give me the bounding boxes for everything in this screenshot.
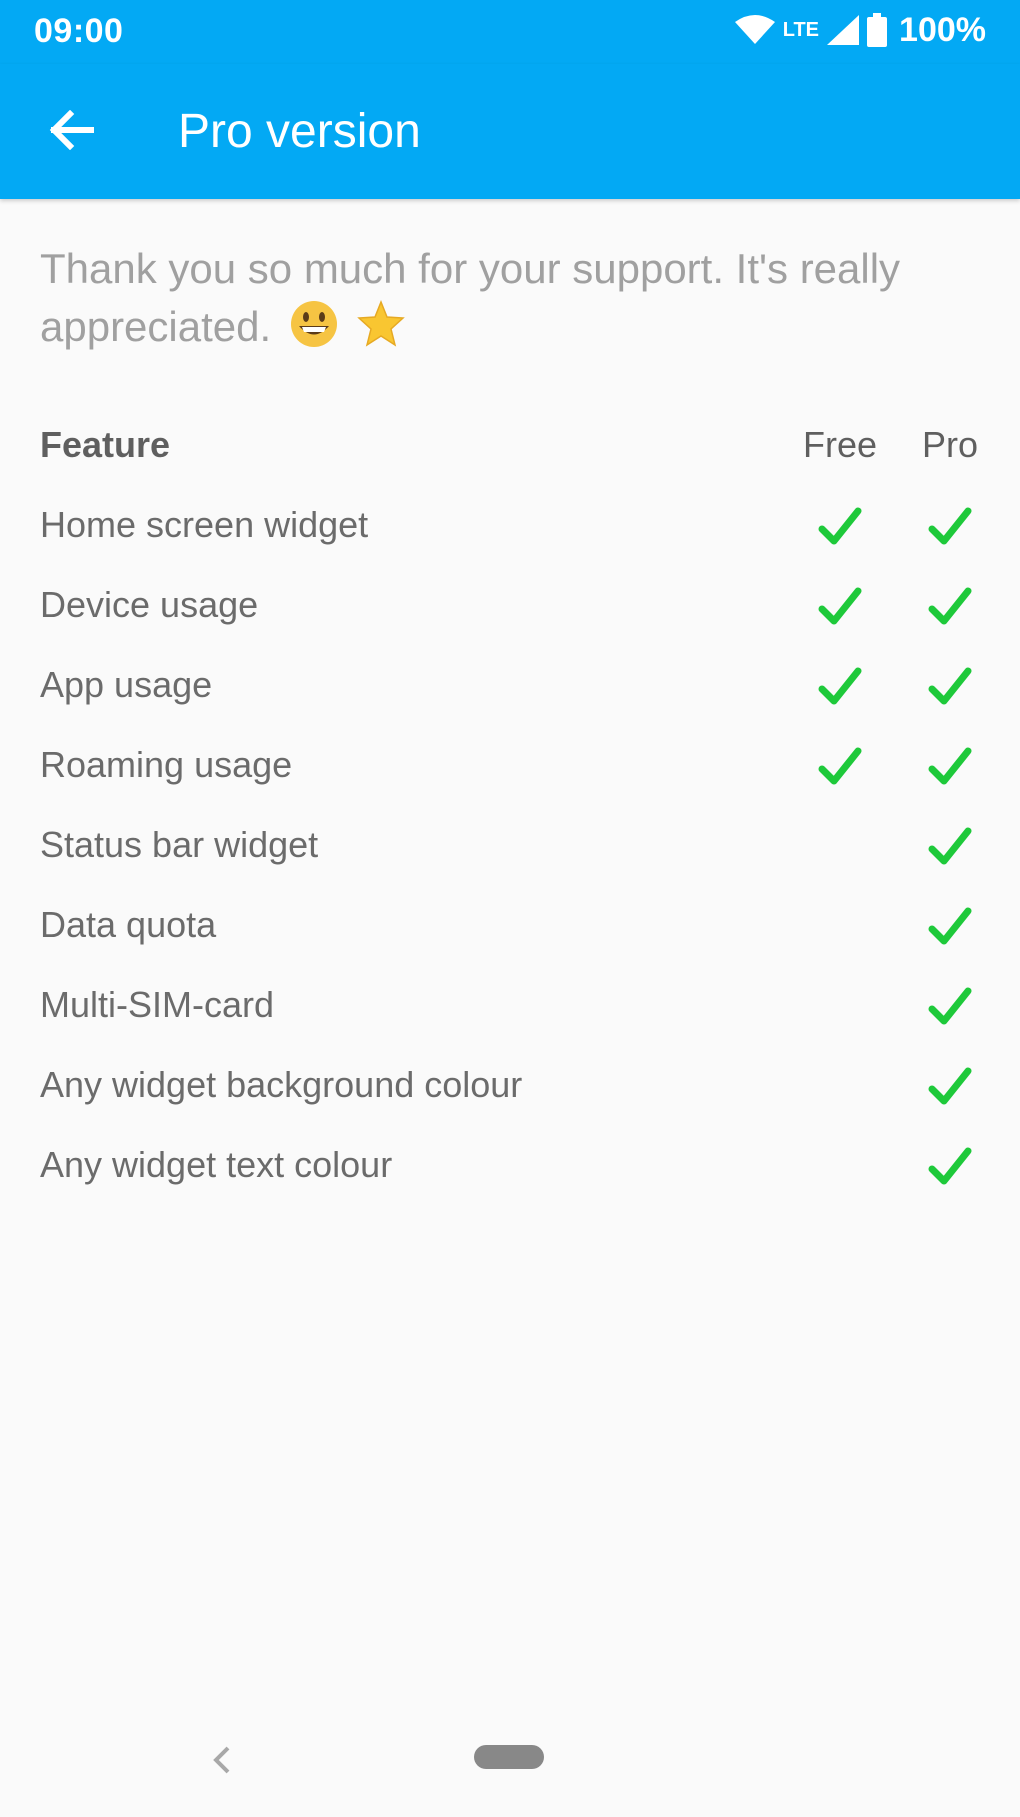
cell-signal-icon <box>827 15 860 45</box>
free-cell <box>795 500 885 550</box>
feature-name: Status bar widget <box>40 824 319 865</box>
nav-home-pill[interactable] <box>474 1745 544 1769</box>
feature-name: Multi-SIM-card <box>40 984 275 1025</box>
free-cell <box>795 740 885 790</box>
check-icon <box>928 1067 972 1105</box>
app-toolbar: Pro version <box>0 64 1020 199</box>
pro-cell <box>905 580 995 630</box>
pro-cell <box>905 660 995 710</box>
pro-cell <box>905 500 995 550</box>
pro-cell <box>905 820 995 870</box>
feature-name: Any widget background colour <box>40 1064 523 1105</box>
table-row: Any widget text colour <box>40 1140 990 1220</box>
free-cell <box>795 580 885 630</box>
feature-comparison-table: Feature Free Pro Home screen widget Devic… <box>40 420 990 1220</box>
feature-name: Roaming usage <box>40 744 293 785</box>
check-icon <box>928 747 972 785</box>
feature-name: Any widget text colour <box>40 1144 393 1185</box>
pro-cell <box>905 980 995 1030</box>
table-row: Multi-SIM-card <box>40 980 990 1060</box>
table-row: Device usage <box>40 580 990 660</box>
check-icon <box>928 667 972 705</box>
page-title: Pro version <box>178 105 421 158</box>
arrow-back-icon <box>48 109 95 155</box>
header-feature: Feature <box>40 424 171 465</box>
intro-message: Thank you so much for your support. It's… <box>40 240 990 357</box>
feature-name: App usage <box>40 664 213 705</box>
table-row: Roaming usage <box>40 740 990 820</box>
grinning-face-icon <box>289 301 350 350</box>
feature-name: Device usage <box>40 584 259 625</box>
table-row: Home screen widget <box>40 500 990 580</box>
intro-text: Thank you so much for your support. It's… <box>40 245 901 350</box>
check-icon <box>928 827 972 865</box>
check-icon <box>928 907 972 945</box>
pro-cell <box>905 740 995 790</box>
table-header-row: Feature Free Pro <box>40 420 990 500</box>
nav-back-button[interactable] <box>204 1740 240 1780</box>
feature-name: Data quota <box>40 904 217 945</box>
battery-percent: 100% <box>899 10 986 49</box>
star-icon <box>356 299 406 350</box>
back-button[interactable] <box>38 99 104 165</box>
check-icon <box>818 667 862 705</box>
check-icon <box>928 1147 972 1185</box>
check-icon <box>818 507 862 545</box>
free-cell <box>795 660 885 710</box>
pro-cell <box>905 1060 995 1110</box>
header-pro: Pro <box>921 424 979 465</box>
battery-icon <box>867 13 888 47</box>
table-row: Status bar widget <box>40 820 990 900</box>
check-icon <box>818 587 862 625</box>
table-row: App usage <box>40 660 990 740</box>
status-icons: LTE 100% <box>734 10 986 50</box>
table-row: Data quota <box>40 900 990 980</box>
status-time: 09:00 <box>34 12 124 50</box>
check-icon <box>928 987 972 1025</box>
check-icon <box>928 587 972 625</box>
header-free: Free <box>802 424 878 465</box>
pro-cell <box>905 1140 995 1190</box>
check-icon <box>818 747 862 785</box>
check-icon <box>928 507 972 545</box>
network-type-label: LTE <box>782 18 820 41</box>
feature-name: Home screen widget <box>40 504 369 545</box>
wifi-icon <box>734 14 775 46</box>
pro-cell <box>905 900 995 950</box>
chevron-left-icon <box>213 1746 230 1774</box>
table-row: Any widget background colour <box>40 1060 990 1140</box>
status-bar: 09:00 LTE 100% <box>0 0 1020 64</box>
